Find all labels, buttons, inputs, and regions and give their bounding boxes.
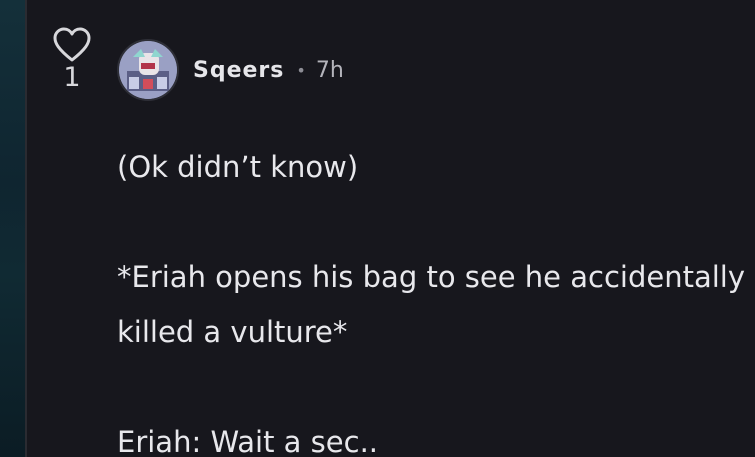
meta-separator: •	[296, 60, 306, 80]
comment-line: (Ok didn’t know)	[117, 150, 359, 184]
comment-line: killed a vulture*	[117, 315, 348, 349]
heart-outline-icon	[53, 27, 91, 62]
like-button[interactable]	[50, 26, 94, 64]
comment-line: *Eriah opens his bag to see he accidenta…	[117, 260, 745, 294]
comment-header: Sqeers • 7h	[117, 38, 344, 102]
comment-body: (Ok didn’t know) *Eriah opens his bag to…	[117, 140, 755, 457]
username[interactable]: Sqeers	[193, 58, 284, 83]
comment-line: Eriah: Wait a sec..	[117, 425, 378, 457]
avatar[interactable]	[117, 39, 179, 101]
like-column: 1	[50, 26, 94, 92]
like-count: 1	[63, 62, 81, 93]
screen: 1 Sqeers • 7h (Ok didn’t know) *Eriah op…	[0, 0, 755, 457]
background-image-edge	[0, 0, 25, 457]
timestamp: 7h	[315, 57, 344, 83]
